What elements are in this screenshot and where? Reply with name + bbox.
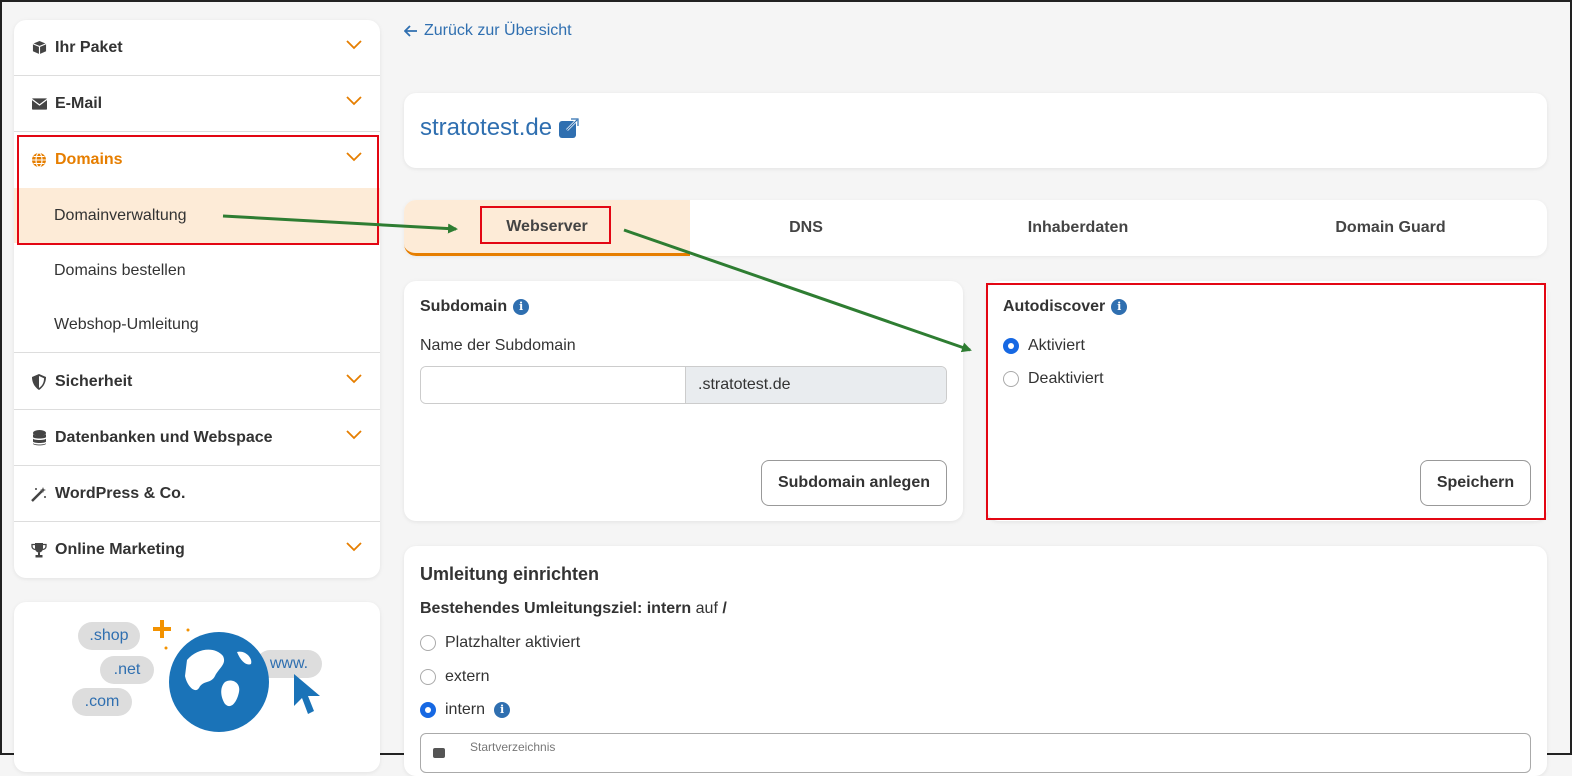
annotation-arrows: [222, 214, 972, 353]
